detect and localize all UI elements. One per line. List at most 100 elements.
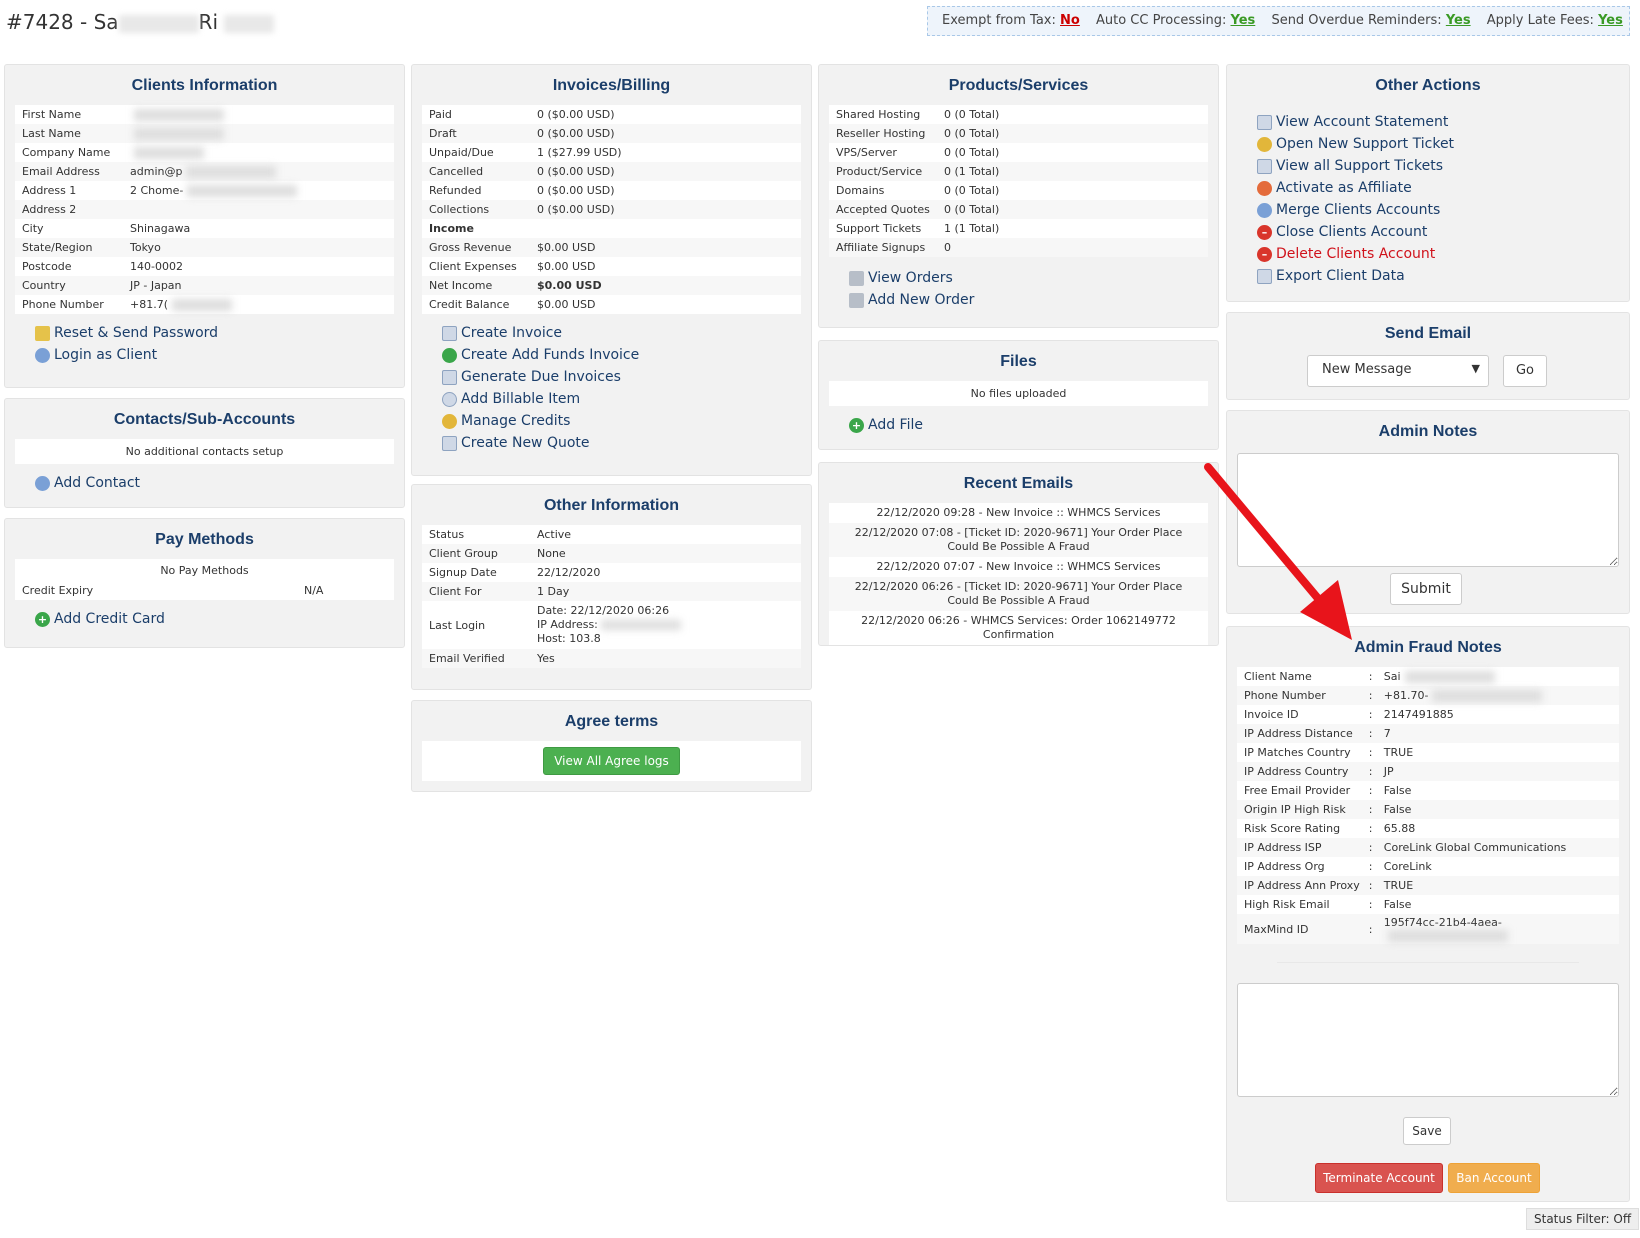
delete-account-link[interactable]: – Delete Clients Account bbox=[1257, 243, 1629, 265]
link-label: Create Add Funds Invoice bbox=[461, 347, 640, 363]
table-row: Last Name bbox=[15, 124, 394, 143]
table-row: Client For 1 Day bbox=[422, 582, 801, 601]
go-button[interactable]: Go bbox=[1503, 355, 1547, 387]
ban-account-button[interactable]: Ban Account bbox=[1448, 1163, 1540, 1193]
row-value bbox=[123, 143, 394, 162]
email-row[interactable]: 22/12/2020 07:07 - New Invoice :: WHMCS … bbox=[829, 557, 1208, 577]
fraud-notes-textarea[interactable] bbox=[1237, 983, 1619, 1097]
overdue-toggle[interactable]: Yes bbox=[1446, 13, 1471, 28]
email-row[interactable]: 22/12/2020 06:26 - WHMCS Services: Order… bbox=[829, 611, 1208, 645]
view-all-tickets-link[interactable]: View all Support Tickets bbox=[1257, 155, 1629, 177]
row-separator: : bbox=[1366, 762, 1377, 781]
close-account-link[interactable]: – Close Clients Account bbox=[1257, 221, 1629, 243]
row-value: $0.00 USD bbox=[530, 238, 801, 257]
row-separator: : bbox=[1366, 838, 1377, 857]
minus-circle-icon: – bbox=[1257, 224, 1272, 240]
add-credit-card-link[interactable]: + Add Credit Card bbox=[35, 608, 404, 630]
reset-password-link[interactable]: Reset & Send Password bbox=[35, 322, 404, 344]
table-row: Refunded 0 ($0.00 USD) bbox=[422, 181, 801, 200]
redacted-value bbox=[1387, 930, 1508, 942]
login-as-client-link[interactable]: Login as Client bbox=[35, 344, 404, 366]
redacted-value bbox=[172, 299, 233, 311]
invoice-icon bbox=[442, 325, 457, 341]
table-row: Address 2 bbox=[15, 200, 394, 219]
create-add-funds-invoice-link[interactable]: Create Add Funds Invoice bbox=[442, 344, 811, 366]
panel-title: Other Information bbox=[543, 497, 680, 514]
table-row: Credit Balance $0.00 USD bbox=[422, 295, 801, 314]
exempt-toggle[interactable]: No bbox=[1060, 13, 1080, 28]
row-value: 0 (1 Total) bbox=[937, 162, 1208, 181]
credit-expiry-value: N/A bbox=[304, 581, 394, 600]
row-value-text: 0 (1 Total) bbox=[944, 165, 1000, 178]
row-separator: : bbox=[1366, 876, 1377, 895]
email-row[interactable]: 22/12/2020 09:28 - New Invoice :: WHMCS … bbox=[829, 503, 1208, 523]
row-value: 22/12/2020 bbox=[530, 563, 801, 582]
table-row: IP Matches Country: TRUE bbox=[1237, 743, 1619, 762]
view-account-statement-link[interactable]: View Account Statement bbox=[1257, 111, 1629, 133]
row-label: Client For bbox=[422, 582, 530, 601]
row-separator: : bbox=[1368, 708, 1373, 721]
submit-notes-button[interactable]: Submit bbox=[1390, 573, 1462, 605]
row-value: None bbox=[530, 544, 801, 563]
table-row: IP Address Org: CoreLink bbox=[1237, 857, 1619, 876]
table-row: Draft 0 ($0.00 USD) bbox=[422, 124, 801, 143]
manage-credits-link[interactable]: Manage Credits bbox=[442, 410, 811, 432]
pay-methods-note: No Pay Methods bbox=[15, 559, 394, 581]
email-template-select[interactable]: New Message ▼ bbox=[1307, 355, 1489, 387]
generate-due-invoices-link[interactable]: Generate Due Invoices bbox=[442, 366, 811, 388]
create-invoice-link[interactable]: Create Invoice bbox=[442, 322, 811, 344]
email-verified-label: Email Verified bbox=[422, 649, 530, 668]
add-new-order-link[interactable]: Add New Order bbox=[849, 289, 1218, 311]
save-fraud-notes-button[interactable]: Save bbox=[1403, 1117, 1451, 1145]
coins-icon bbox=[442, 413, 457, 429]
terminate-account-button[interactable]: Terminate Account bbox=[1315, 1163, 1443, 1193]
row-value-text: 22/12/2020 bbox=[537, 566, 601, 579]
table-row: Risk Score Rating:65.88 bbox=[1237, 819, 1619, 838]
row-label: Address 2 bbox=[15, 200, 123, 219]
row-label: Reseller Hosting bbox=[829, 124, 937, 143]
row-value: +81.7( bbox=[123, 295, 394, 314]
panel-title: Recent Emails bbox=[963, 475, 1074, 492]
table-row: Free Email Provider: False bbox=[1237, 781, 1619, 800]
add-file-link[interactable]: + Add File bbox=[849, 414, 1218, 436]
activate-affiliate-link[interactable]: Activate as Affiliate bbox=[1257, 177, 1629, 199]
add-contact-link[interactable]: Add Contact bbox=[35, 472, 404, 494]
row-label: Address 1 bbox=[22, 184, 77, 197]
other-info-table: Status Active Client Group None Signup Date 2… bbox=[422, 525, 801, 668]
link-label: Login as Client bbox=[54, 347, 158, 363]
row-value-text: 1 (1 Total) bbox=[944, 222, 1000, 235]
merge-accounts-link[interactable]: Merge Clients Accounts bbox=[1257, 199, 1629, 221]
email-row[interactable]: 22/12/2020 06:26 - [Ticket ID: 2020-9671… bbox=[829, 577, 1208, 611]
status-filter-toggle[interactable]: Status Filter: Off bbox=[1526, 1208, 1640, 1230]
row-value: 7 bbox=[1376, 724, 1619, 743]
admin-notes-textarea[interactable] bbox=[1237, 453, 1619, 567]
link-label: Add Contact bbox=[54, 475, 141, 491]
email-row[interactable]: 22/12/2020 07:08 - [Ticket ID: 2020-9671… bbox=[829, 523, 1208, 557]
table-row: IP Address Country: JP bbox=[1237, 762, 1619, 781]
invoices-table: Paid 0 ($0.00 USD) Draft 0 ($0.00 USD) Unpai… bbox=[422, 105, 801, 314]
row-value: 0 (0 Total) bbox=[937, 200, 1208, 219]
row-value: False bbox=[1376, 800, 1619, 819]
add-billable-item-link[interactable]: Add Billable Item bbox=[442, 388, 811, 410]
open-new-ticket-link[interactable]: Open New Support Ticket bbox=[1257, 133, 1629, 155]
row-label: Accepted Quotes bbox=[829, 200, 937, 219]
export-client-data-link[interactable]: Export Client Data bbox=[1257, 265, 1629, 287]
table-row: Accepted Quotes 0 (0 Total) bbox=[829, 200, 1208, 219]
last-login-host: Host: 103.8 bbox=[537, 632, 601, 645]
view-agree-logs-button[interactable]: View All Agree logs bbox=[543, 747, 680, 775]
row-value: 0 ($0.00 USD) bbox=[530, 181, 801, 200]
row-value: 0 bbox=[937, 238, 1208, 257]
quote-icon bbox=[442, 435, 457, 451]
row-value: JP bbox=[1376, 762, 1619, 781]
latefee-toggle[interactable]: Yes bbox=[1598, 13, 1623, 28]
row-value-text: 1 ($27.99 USD) bbox=[537, 146, 622, 159]
row-value: Active bbox=[530, 525, 801, 544]
admin-notes-panel: Admin Notes Submit bbox=[1226, 410, 1630, 614]
credit-expiry-label: Credit Expiry bbox=[15, 581, 304, 600]
panel-title: Clients Information bbox=[131, 77, 278, 94]
panel-title: Invoices/Billing bbox=[552, 77, 671, 94]
link-label: Reset & Send Password bbox=[54, 325, 219, 341]
autocc-toggle[interactable]: Yes bbox=[1231, 13, 1256, 28]
create-new-quote-link[interactable]: Create New Quote bbox=[442, 432, 811, 454]
view-orders-link[interactable]: View Orders bbox=[849, 267, 1218, 289]
